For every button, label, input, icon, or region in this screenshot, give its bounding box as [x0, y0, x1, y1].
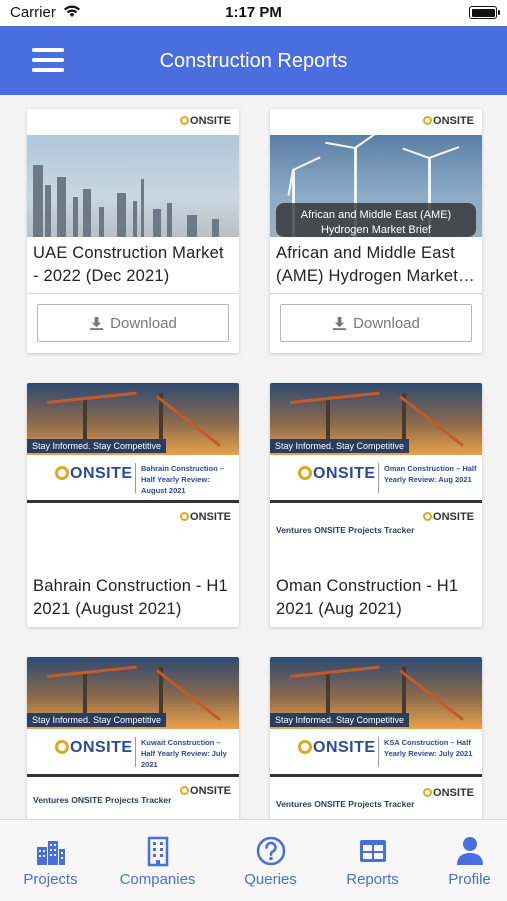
- download-icon: [333, 316, 347, 330]
- report-title: Oman Construction - H1 2021 (Aug 2021): [276, 577, 459, 618]
- tracker-label: Ventures ONSITE Projects Tracker: [276, 525, 415, 535]
- report-cover-image: Stay Informed. Stay Competitive ONSITE K…: [27, 657, 239, 779]
- tab-companies[interactable]: Companies: [107, 820, 208, 901]
- tab-projects[interactable]: Projects: [0, 820, 101, 901]
- tab-profile[interactable]: Profile: [419, 820, 507, 901]
- question-circle-icon: [256, 836, 285, 866]
- tab-label: Companies: [119, 871, 196, 888]
- tracker-label: Ventures ONSITE Projects Tracker: [33, 795, 172, 805]
- download-button[interactable]: Download: [37, 304, 229, 342]
- download-icon: [90, 316, 104, 330]
- reports-grid[interactable]: ONSITE UAE Construction Market - 2022 (D…: [0, 95, 507, 819]
- image-report-title: Kuwait Construction – Half Yearly Review…: [141, 738, 227, 769]
- report-card-bahrain[interactable]: Stay Informed. Stay Competitive ONSITE B…: [27, 383, 239, 627]
- image-tagline: Stay Informed. Stay Competitive: [270, 439, 410, 453]
- bottom-tab-bar: Projects Companies Queries Reports Profi…: [0, 819, 507, 900]
- tracker-label: Ventures ONSITE Projects Tracker: [276, 799, 415, 809]
- onsite-logo: ONSITE: [423, 511, 474, 523]
- image-report-title: Bahrain Construction – Half Yearly Revie…: [141, 464, 224, 495]
- tab-reports[interactable]: Reports: [322, 820, 423, 901]
- tab-queries[interactable]: Queries: [220, 820, 321, 901]
- page-title: Construction Reports: [159, 50, 348, 72]
- person-icon: [456, 837, 483, 865]
- image-tagline: Stay Informed. Stay Competitive: [27, 439, 167, 453]
- image-tagline: Stay Informed. Stay Competitive: [27, 713, 167, 727]
- onsite-logo: ONSITE: [423, 787, 474, 799]
- report-cover-image: Stay Informed. Stay Competitive ONSITE B…: [27, 383, 239, 505]
- onsite-logo: ONSITE: [180, 785, 231, 797]
- report-card-oman[interactable]: Stay Informed. Stay Competitive ONSITE O…: [270, 383, 482, 627]
- clock: 1:17 PM: [225, 4, 282, 21]
- onsite-logo: ONSITE: [423, 115, 474, 127]
- app-header: Construction Reports: [0, 26, 507, 95]
- report-card-uae[interactable]: ONSITE UAE Construction Market - 2022 (D…: [27, 109, 239, 353]
- report-card-kuwait[interactable]: Stay Informed. Stay Competitive ONSITE K…: [27, 657, 239, 819]
- onsite-logo: ONSITE: [180, 511, 231, 523]
- report-card-ame-hydrogen[interactable]: African and Middle East (AME) Hydrogen M…: [270, 109, 482, 353]
- reports-grid-icon: [359, 840, 386, 862]
- status-bar: Carrier 1:17 PM: [0, 0, 507, 26]
- image-caption: African and Middle East (AME) Hydrogen M…: [276, 203, 476, 237]
- report-cover-image: African and Middle East (AME) Hydrogen M…: [270, 127, 482, 237]
- tab-label: Projects: [23, 871, 78, 888]
- report-title: Bahrain Construction - H1 2021 (August 2…: [33, 577, 228, 618]
- report-cover-image: Stay Informed. Stay Competitive ONSITE O…: [270, 383, 482, 505]
- battery-icon: [469, 6, 500, 19]
- download-button[interactable]: Download: [280, 304, 472, 342]
- report-title: UAE Construction Market - 2022 (Dec 2021…: [33, 244, 224, 285]
- office-building-icon: [147, 836, 168, 867]
- onsite-logo: ONSITE: [180, 115, 231, 127]
- report-cover-image: [27, 135, 239, 237]
- report-title: African and Middle East (AME) Hydrogen M…: [276, 244, 475, 285]
- tab-label: Reports: [346, 871, 399, 888]
- image-report-title: Oman Construction – Half Yearly Review: …: [384, 464, 477, 484]
- report-cover-image: Stay Informed. Stay Competitive ONSITE K…: [270, 657, 482, 779]
- image-report-title: KSA Construction – Half Yearly Review: J…: [384, 738, 473, 758]
- image-tagline: Stay Informed. Stay Competitive: [270, 713, 410, 727]
- buildings-icon: [36, 841, 65, 865]
- tab-label: Profile: [448, 871, 491, 888]
- report-card-ksa[interactable]: Stay Informed. Stay Competitive ONSITE K…: [270, 657, 482, 819]
- tab-label: Queries: [244, 871, 297, 888]
